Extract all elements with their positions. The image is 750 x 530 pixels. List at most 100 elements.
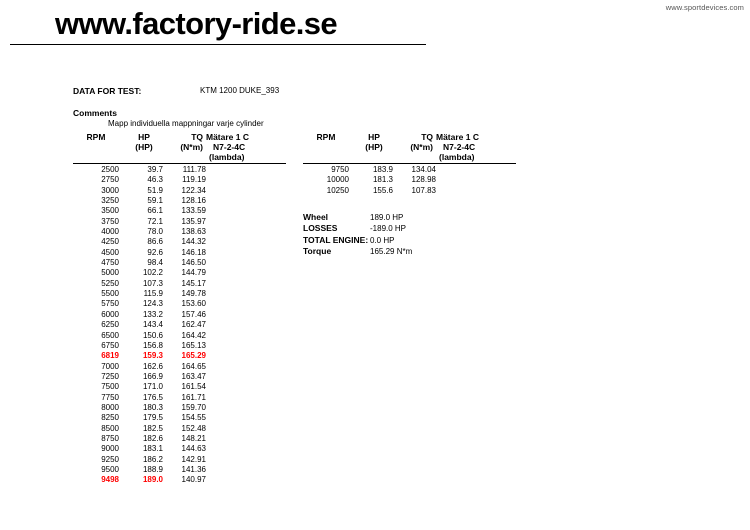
cell-tq: 111.78: [182, 165, 206, 174]
summary-label: LOSSES: [303, 223, 338, 234]
cell-hp: 182.6: [142, 433, 163, 443]
cell-rpm: 7500: [101, 382, 119, 392]
cell-rpm: 3750: [101, 216, 119, 226]
cell-tq: 122.34: [181, 185, 206, 195]
cell-tq: 154.55: [181, 413, 206, 423]
cell-rpm: 9250: [101, 454, 119, 464]
cell-tq: 164.42: [181, 330, 206, 340]
cell-hp: 150.6: [142, 330, 163, 340]
header-channel-line3: (lambda): [439, 152, 475, 162]
header-tq-unit: (N*m): [410, 142, 433, 152]
cell-hp: 51.9: [147, 185, 163, 195]
cell-hp: 115.9: [143, 289, 163, 299]
cell-rpm: 5000: [101, 268, 119, 278]
cell-tq: 119.19: [182, 175, 206, 185]
summary-label: Wheel: [303, 212, 329, 222]
cell-rpm: 6819: [101, 351, 119, 361]
table-row: 7500 171.0 161.54: [73, 382, 288, 392]
cell-hp: 181.3: [372, 175, 393, 185]
cell-rpm: 9000: [101, 444, 119, 454]
cell-rpm: 6000: [101, 309, 119, 319]
table-row: 8750 182.6 148.21: [73, 434, 288, 444]
cell-tq: 138.63: [181, 227, 206, 237]
cell-tq: 144.79: [181, 268, 206, 278]
cell-rpm: 10000: [326, 175, 349, 185]
right-data-table: RPM HP (HP) TQ (N*m) Mätare 1 C N7-2-4C …: [303, 132, 518, 196]
cell-hp: 124.3: [142, 299, 163, 309]
cell-rpm: 8750: [101, 433, 119, 443]
cell-tq: 128.98: [411, 175, 436, 185]
left-table-body: 2500 39.7 111.78 2750 46.3 119.19 3000 51.9 122.…: [73, 164, 288, 486]
table-row: 6819 159.3 165.29: [73, 351, 288, 361]
cell-rpm: 4000: [101, 227, 119, 237]
table-row: 3750 72.1 135.97: [73, 217, 288, 227]
table-row: 6500 150.6 164.42: [73, 331, 288, 341]
cell-rpm: 6500: [101, 330, 119, 340]
cell-hp: 189.0: [142, 475, 163, 485]
cell-rpm: 2750: [101, 175, 119, 185]
table-row: 7750 176.5 161.71: [73, 393, 288, 403]
cell-rpm: 5750: [101, 299, 119, 309]
cell-hp: 171.0: [142, 382, 163, 392]
data-for-test-value: KTM 1200 DUKE_393: [200, 86, 280, 95]
cell-hp: 133.2: [142, 309, 163, 319]
table-row: 5250 107.3 145.17: [73, 279, 288, 289]
right-table-header: RPM HP (HP) TQ (N*m) Mätare 1 C N7-2-4C …: [303, 132, 518, 163]
cell-hp: 98.4: [147, 258, 163, 268]
cell-hp: 39.7: [147, 165, 163, 174]
cell-tq: 148.21: [181, 433, 206, 443]
cell-hp: 78.0: [147, 227, 163, 237]
table-row: 6250 143.4 162.47: [73, 320, 288, 330]
cell-rpm: 5500: [101, 289, 119, 299]
cell-hp: 59.1: [147, 196, 163, 206]
table-row: 7000 162.6 164.65: [73, 362, 288, 372]
left-data-table: RPM HP (HP) TQ (N*m) Mätare 1 C N7-2-4C …: [73, 132, 288, 486]
cell-hp: 86.6: [147, 237, 163, 247]
cell-tq: 135.97: [181, 216, 206, 226]
cell-tq: 140.97: [181, 475, 206, 485]
cell-rpm: 9500: [101, 464, 119, 474]
left-table-header: RPM HP (HP) TQ (N*m) Mätare 1 C N7-2-4C …: [73, 132, 288, 163]
cell-rpm: 3250: [101, 196, 119, 206]
data-for-test-label: DATA FOR TEST:: [73, 86, 142, 96]
cell-tq: 161.71: [181, 392, 206, 402]
table-row: 9750 183.9 134.04: [303, 165, 518, 175]
cell-tq: 161.54: [181, 382, 206, 392]
page-title: www.factory-ride.se: [55, 6, 338, 41]
table-row: 9250 186.2 142.91: [73, 455, 288, 465]
header-channel-line2: N7-2-4C: [213, 142, 246, 152]
cell-tq: 107.83: [411, 185, 436, 195]
table-row: 3500 66.1 133.59: [73, 206, 288, 216]
header-hp-unit: (HP): [365, 142, 383, 152]
cell-tq: 159.70: [181, 402, 206, 412]
cell-hp: 162.6: [142, 361, 163, 371]
header-hp: HP: [368, 132, 380, 142]
cell-hp: 156.8: [142, 340, 163, 350]
header-hp: HP: [138, 132, 150, 142]
comments-label: Comments: [73, 108, 117, 118]
table-row: 4250 86.6 144.32: [73, 237, 288, 247]
cell-tq: 142.91: [181, 454, 206, 464]
header-tq: TQ: [191, 132, 203, 142]
data-for-test-row: DATA FOR TEST: KTM 1200 DUKE_393: [73, 86, 713, 99]
summary-value: -189.0 HP: [370, 224, 407, 234]
cell-hp: 176.5: [142, 392, 163, 402]
cell-hp: 155.6: [372, 185, 393, 195]
table-row: 2750 46.3 119.19: [73, 175, 288, 185]
cell-tq: 146.18: [181, 247, 206, 257]
summary-value: 0.0 HP: [370, 235, 395, 245]
cell-hp: 46.3: [147, 175, 163, 185]
cell-hp: 159.3: [142, 351, 163, 361]
table-row: 8000 180.3 159.70: [73, 403, 288, 413]
table-row: 4000 78.0 138.63: [73, 227, 288, 237]
cell-tq: 162.47: [181, 320, 206, 330]
cell-rpm: 8250: [101, 413, 119, 423]
cell-hp: 143.4: [142, 320, 163, 330]
table-row: 8500 182.5 152.48: [73, 424, 288, 434]
cell-tq: 163.47: [181, 371, 206, 381]
cell-hp: 186.2: [142, 454, 163, 464]
sportdevices-watermark: www.sportdevices.com: [665, 3, 744, 12]
cell-tq: 149.78: [181, 289, 206, 299]
table-row: 9498 189.0 140.97: [73, 475, 288, 485]
cell-tq: 134.04: [411, 165, 436, 174]
